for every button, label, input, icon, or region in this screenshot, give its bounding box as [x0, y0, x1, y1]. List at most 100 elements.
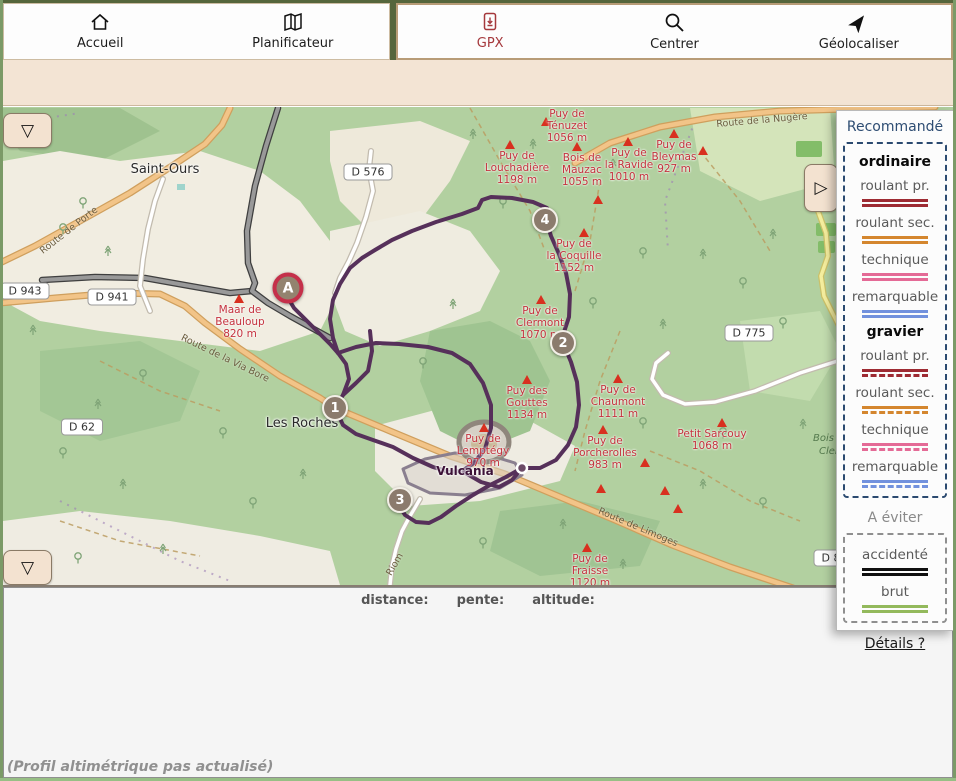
legend-item: technique: [861, 422, 928, 451]
planificateur-button[interactable]: Planificateur: [197, 4, 390, 59]
legend-item-lines: [862, 367, 928, 377]
distance-label: distance:: [361, 593, 428, 608]
landcover-patch: [3, 511, 340, 585]
profile-notice: (Profil altimétrique pas actualisé): [7, 759, 273, 775]
field-patch: [796, 141, 822, 157]
home-icon: [89, 12, 111, 32]
map-profile-divider: [3, 585, 953, 587]
legend-line-solid: [862, 568, 928, 571]
legend-details-link[interactable]: Détails ?: [865, 636, 925, 652]
legend-line-solid: [862, 406, 928, 409]
legend-item: roulant sec.: [855, 215, 934, 244]
boundary-path: [665, 121, 695, 251]
tree-icon: [530, 139, 536, 149]
toolbar-group-right: GPX Centrer Géolocaliser: [396, 3, 953, 60]
accueil-button[interactable]: Accueil: [4, 4, 197, 59]
collapse-top-panel-button[interactable]: ▽: [3, 113, 52, 148]
trail-path: [575, 181, 600, 291]
elevation-profile-panel: distance: pente: altitude: (Profil altim…: [3, 587, 953, 778]
legend-item: roulant pr.: [860, 348, 929, 377]
route-waypoint-2[interactable]: 2: [550, 330, 576, 356]
legend-item-lines: [862, 271, 928, 281]
legend-line-solid: [862, 204, 928, 207]
route-waypoint-1[interactable]: 1: [322, 395, 348, 421]
legend-line-dashed: [862, 411, 928, 414]
tree-icon: [220, 428, 226, 439]
legend-line-dashed: [862, 448, 928, 451]
landcover-patch: [3, 151, 340, 351]
collapse-bottom-panel-button[interactable]: ▽: [3, 550, 52, 585]
pente-label: pente:: [457, 593, 505, 608]
landcover-patch: [740, 311, 840, 401]
planificateur-label: Planificateur: [252, 36, 333, 51]
tree-icon: [250, 498, 256, 509]
legend-line-dashed: [862, 374, 928, 377]
legend-line-solid: [862, 236, 928, 239]
centrer-button[interactable]: Centrer: [582, 5, 766, 58]
legend-line-solid: [862, 241, 928, 244]
tree-icon: [740, 278, 746, 289]
map-canvas[interactable]: Saint-OursLes RochesVulcaniaPuy deTénuze…: [3, 107, 953, 585]
search-icon: [664, 12, 685, 33]
tree-icon: [800, 419, 806, 429]
legend-line-solid: [862, 573, 928, 576]
route-waypoint-3[interactable]: 3: [387, 487, 413, 513]
tree-icon: [660, 319, 666, 329]
legend-item-lines: [862, 308, 928, 318]
expand-legend-button[interactable]: ▷: [804, 164, 838, 212]
page-border-left: [0, 0, 3, 781]
legend-item-label: accidenté: [862, 547, 928, 563]
trail-path: [470, 108, 545, 251]
secondary-bar: [3, 60, 953, 106]
legend-item-label: roulant sec.: [855, 215, 934, 231]
legend-item-label: remarquable: [852, 459, 938, 475]
legend-item-label: technique: [861, 422, 928, 438]
legend-item: roulant pr.: [860, 178, 929, 207]
tree-icon: [470, 129, 476, 139]
legend-item-lines: [862, 441, 928, 451]
geolocaliser-button[interactable]: Géolocaliser: [767, 5, 951, 58]
tree-icon: [700, 249, 706, 259]
legend-line-solid: [862, 610, 928, 613]
legend-title: Recommandé: [847, 119, 943, 135]
tree-icon: [480, 538, 486, 549]
legend-line-solid: [862, 310, 928, 313]
tree-icon: [700, 479, 706, 489]
app-window: Accueil Planificateur GPX Centre: [0, 0, 956, 781]
legend-item-lines: [862, 404, 928, 414]
toolbar-group-left: Accueil Planificateur: [3, 3, 390, 60]
gpx-button[interactable]: GPX: [398, 5, 582, 58]
folded-map-icon: [282, 12, 304, 32]
route-node-marker: [517, 463, 527, 473]
accueil-label: Accueil: [77, 36, 123, 51]
legend-line-solid: [862, 278, 928, 281]
tree-icon: [300, 469, 306, 479]
legend-item-label: remarquable: [852, 289, 938, 305]
legend-item-label: roulant sec.: [855, 385, 934, 401]
legend-line-solid: [862, 605, 928, 608]
legend-item-label: roulant pr.: [860, 348, 929, 364]
legend-recommended-box: ordinaireroulant pr.roulant sec.techniqu…: [843, 142, 947, 498]
legend-line-dashed: [862, 485, 928, 488]
legend-line-solid: [862, 273, 928, 276]
tree-icon: [610, 159, 616, 169]
legend-line-solid: [862, 315, 928, 318]
route-waypoint-4[interactable]: 4: [532, 207, 558, 233]
gpx-file-icon: [481, 12, 499, 32]
altitude-label: altitude:: [532, 593, 595, 608]
legend-line-solid: [862, 443, 928, 446]
legend-panel: Recommandé ordinaireroulant pr.roulant s…: [836, 110, 954, 631]
legend-item-label: roulant pr.: [860, 178, 929, 194]
legend-item-lines: [862, 478, 928, 488]
tree-icon: [640, 248, 646, 259]
legend-item: remarquable: [852, 289, 938, 318]
legend-item: roulant sec.: [855, 385, 934, 414]
tree-icon: [60, 448, 66, 459]
legend-avoid-title: A éviter: [868, 510, 923, 526]
tree-icon: [590, 298, 596, 309]
legend-line-solid: [862, 199, 928, 202]
route-waypoint-A[interactable]: A: [273, 273, 304, 304]
tree-icon: [720, 428, 726, 439]
tree-icon: [30, 325, 36, 335]
tree-icon: [120, 479, 126, 489]
